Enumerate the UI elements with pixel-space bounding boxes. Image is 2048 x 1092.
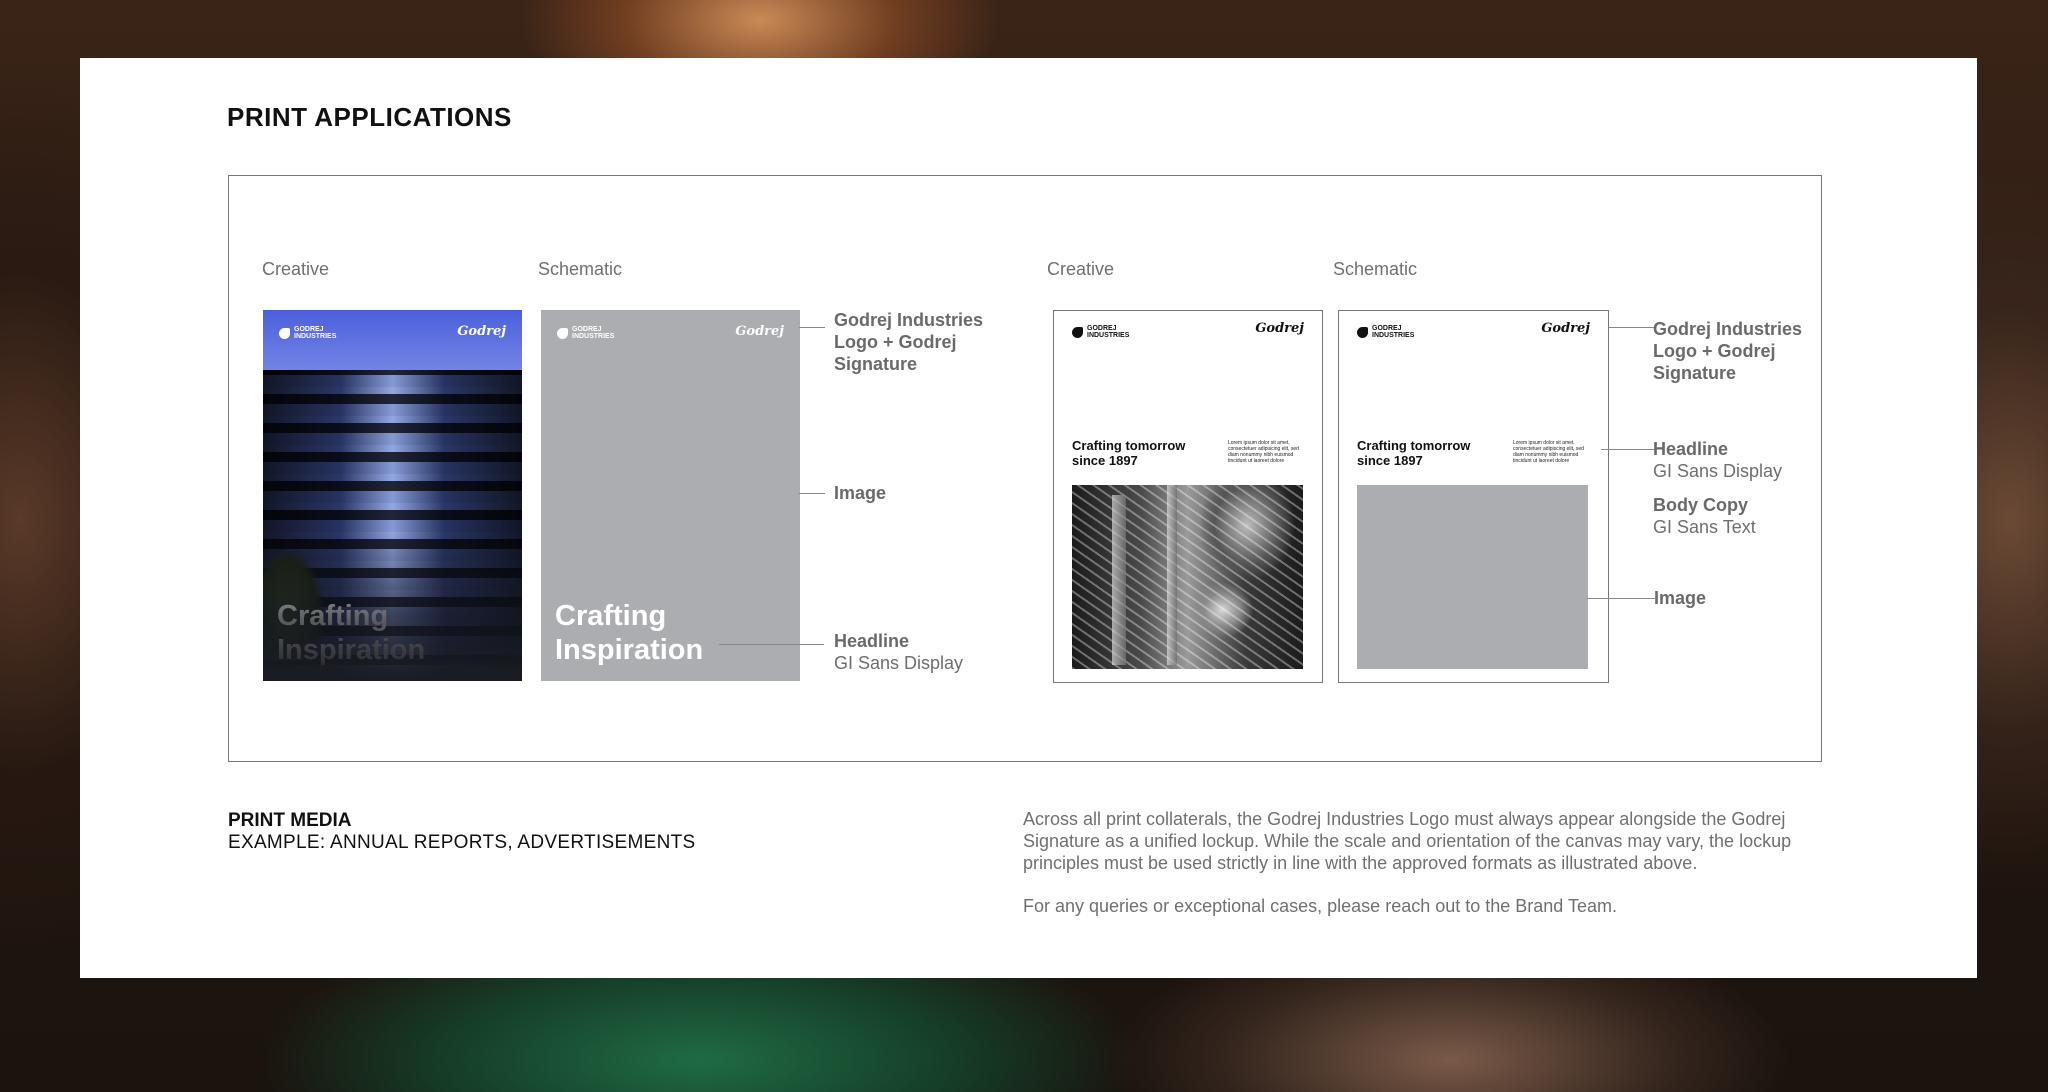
leader-line-logo-right bbox=[1609, 327, 1655, 328]
annotation-body-copy-right-text: Body Copy bbox=[1653, 495, 1749, 515]
annotation-image: Image bbox=[834, 482, 886, 504]
annotation-logo-signature-text: Godrej Industries Logo + Godrej Signatur… bbox=[834, 310, 984, 374]
headline-line2: since 1897 bbox=[1357, 453, 1423, 468]
godrej-industries-logo-dark: GODREJ INDUSTRIES bbox=[1072, 325, 1129, 339]
logo-text-line1: GODREJ bbox=[572, 326, 602, 333]
description-paragraph-2: For any queries or exceptional cases, pl… bbox=[1023, 896, 1618, 916]
schematic-poster-white: GODREJ INDUSTRIES Godrej Crafting tomorro… bbox=[1338, 310, 1609, 683]
annotation-image-text: Image bbox=[834, 483, 887, 503]
annotation-headline-right-text: Headline bbox=[1653, 439, 1729, 459]
leader-line-image-right bbox=[1587, 598, 1655, 599]
building-photo bbox=[263, 370, 522, 681]
headline-line2: since 1897 bbox=[1072, 453, 1138, 468]
logo-mark-icon bbox=[279, 327, 290, 339]
godrej-signature: Godrej bbox=[457, 324, 506, 339]
schematic-poster-headline: Crafting tomorrow since 1897 bbox=[1357, 438, 1470, 468]
page-title: PRINT APPLICATIONS bbox=[227, 102, 512, 132]
logo-mark-icon bbox=[557, 327, 568, 339]
annotation-image-right-text: Image bbox=[1654, 588, 1707, 608]
godrej-industries-logo-dark-schematic: GODREJ INDUSTRIES bbox=[1357, 325, 1414, 339]
godrej-industries-logo: GODREJ INDUSTRIES bbox=[279, 326, 336, 340]
headline-line1: Crafting bbox=[555, 600, 667, 632]
examples-frame: Creative Schematic GODREJ INDUSTRIES Godr… bbox=[228, 175, 1822, 762]
headline-line1: Crafting tomorrow bbox=[1357, 438, 1471, 453]
annotation-headline: Headline GI Sans Display bbox=[834, 630, 963, 674]
guideline-description: Across all print collaterals, the Godrej… bbox=[1023, 808, 1813, 938]
annotation-headline-font: GI Sans Display bbox=[834, 653, 964, 673]
print-media-title: PRINT MEDIA bbox=[228, 810, 352, 831]
logo-text-line2: INDUSTRIES bbox=[294, 333, 337, 340]
tree-silhouette bbox=[263, 551, 323, 661]
right-creative-label: Creative bbox=[1047, 259, 1115, 279]
print-media-example: EXAMPLE: ANNUAL REPORTS, ADVERTISEMENTS bbox=[228, 832, 696, 853]
schematic-image-placeholder bbox=[1357, 485, 1588, 669]
annotation-logo-signature: Godrej Industries Logo + Godrej Signatur… bbox=[834, 309, 994, 375]
leader-line-image bbox=[799, 493, 825, 494]
godrej-signature-dark: Godrej bbox=[1255, 321, 1304, 336]
annotation-body-copy-right-font: GI Sans Text bbox=[1653, 517, 1756, 537]
headline-line1: Crafting bbox=[277, 600, 389, 632]
logo-mark-icon bbox=[1072, 326, 1083, 338]
annotation-image-right: Image bbox=[1654, 587, 1706, 609]
annotation-logo-signature-right: Godrej Industries Logo + Godrej Signatur… bbox=[1653, 318, 1813, 384]
guideline-card: PRINT APPLICATIONS Creative Schematic GO… bbox=[80, 58, 1977, 978]
headline-line2: Inspiration bbox=[555, 634, 704, 666]
logo-text-line1: GODREJ bbox=[1372, 325, 1402, 332]
white-poster-headline: Crafting tomorrow since 1897 bbox=[1072, 438, 1185, 468]
headline-line2: Inspiration bbox=[277, 634, 426, 666]
poster-headline: Crafting Inspiration bbox=[277, 599, 425, 667]
annotation-logo-signature-right-text: Godrej Industries Logo + Godrej Signatur… bbox=[1653, 319, 1803, 383]
godrej-signature-dark-schematic: Godrej bbox=[1541, 321, 1590, 336]
logo-text-line2: INDUSTRIES bbox=[1087, 332, 1130, 339]
description-paragraph-1: Across all print collaterals, the Godrej… bbox=[1023, 809, 1792, 873]
logo-mark-icon bbox=[1357, 326, 1368, 338]
logo-text-line1: GODREJ bbox=[294, 326, 324, 333]
industrial-photo bbox=[1072, 485, 1303, 669]
leader-line-headline bbox=[719, 644, 824, 645]
schematic-poster-body-copy: Lorem ipsum dolor sit amet, consectetuer… bbox=[1513, 440, 1584, 464]
logo-text-line2: INDUSTRIES bbox=[572, 333, 615, 340]
annotation-headline-text: Headline bbox=[834, 631, 910, 651]
poster-headline-schematic: Crafting Inspiration bbox=[555, 599, 703, 667]
leader-line-logo bbox=[799, 327, 825, 328]
logo-text-line2: INDUSTRIES bbox=[1372, 332, 1415, 339]
headline-line1: Crafting tomorrow bbox=[1072, 438, 1186, 453]
leader-line-headline-right bbox=[1601, 449, 1655, 450]
annotation-headline-right: Headline GI Sans Display bbox=[1653, 438, 1782, 482]
left-schematic-label: Schematic bbox=[538, 259, 623, 279]
godrej-industries-logo-schematic: GODREJ INDUSTRIES bbox=[557, 326, 614, 340]
right-schematic-label: Schematic bbox=[1333, 259, 1418, 279]
white-poster-body-copy: Lorem ipsum dolor sit amet, consectetuer… bbox=[1228, 440, 1299, 464]
left-creative-label: Creative bbox=[262, 259, 330, 279]
godrej-signature-schematic: Godrej bbox=[735, 324, 784, 339]
annotation-headline-right-font: GI Sans Display bbox=[1653, 461, 1783, 481]
annotation-body-copy-right: Body Copy GI Sans Text bbox=[1653, 494, 1756, 538]
creative-poster-white: GODREJ INDUSTRIES Godrej Crafting tomorro… bbox=[1053, 310, 1323, 683]
schematic-poster: GODREJ INDUSTRIES Godrej Crafting Inspira… bbox=[541, 310, 800, 681]
logo-text-line1: GODREJ bbox=[1087, 325, 1117, 332]
print-media-heading: PRINT MEDIA EXAMPLE: ANNUAL REPORTS, ADV… bbox=[228, 810, 695, 854]
creative-poster-building: GODREJ INDUSTRIES Godrej Crafting Inspira… bbox=[263, 310, 522, 681]
